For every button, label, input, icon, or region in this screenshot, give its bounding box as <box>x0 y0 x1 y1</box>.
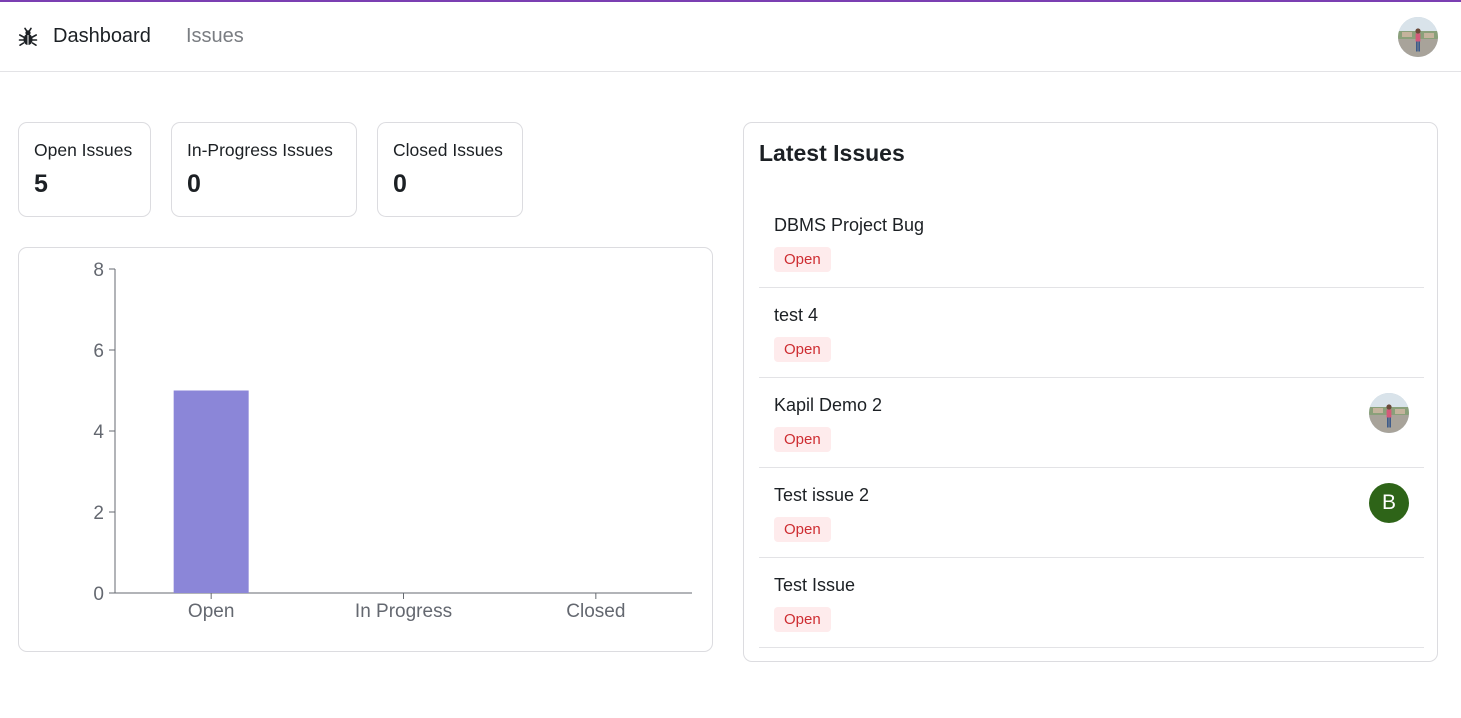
issue-title-link[interactable]: DBMS Project Bug <box>774 215 924 236</box>
assignee-avatar <box>1369 393 1409 433</box>
status-badge: Open <box>774 517 831 542</box>
latest-issues-card: Latest Issues DBMS Project Bug Open test… <box>743 122 1438 662</box>
assignee-avatar-photo <box>1369 393 1409 433</box>
closed-issues-count: 0 <box>393 170 407 198</box>
x-tick-label: In Progress <box>355 601 452 622</box>
y-tick-label: 0 <box>93 584 104 605</box>
y-tick-label: 8 <box>93 260 104 281</box>
assignee-avatar-initial: B <box>1369 483 1409 523</box>
bug-icon[interactable] <box>18 27 38 47</box>
issue-row: DBMS Project Bug Open <box>759 198 1424 288</box>
y-tick-label: 4 <box>93 422 104 443</box>
user-avatar-photo <box>1398 17 1438 57</box>
latest-issues-title: Latest Issues <box>759 140 905 166</box>
open-issues-card: Open Issues 5 <box>18 122 151 217</box>
open-issues-count: 5 <box>34 170 48 198</box>
in-progress-issues-count: 0 <box>187 170 201 198</box>
y-tick-label: 6 <box>93 341 104 362</box>
issue-title-link[interactable]: Test issue 2 <box>774 485 869 506</box>
closed-issues-label[interactable]: Closed Issues <box>393 140 503 161</box>
bar-chart: 0 2 4 6 8 Open In Progress Closed <box>93 260 692 622</box>
issue-row: Test issue 2 Open B <box>759 468 1424 558</box>
issue-title-link[interactable]: test 4 <box>774 305 818 326</box>
status-badge: Open <box>774 337 831 362</box>
bar <box>173 390 249 593</box>
in-progress-issues-label[interactable]: In-Progress Issues <box>187 140 333 161</box>
closed-issues-card: Closed Issues 0 <box>377 122 523 217</box>
nav-link-issues[interactable]: Issues <box>186 25 244 48</box>
issue-title-link[interactable]: Test Issue <box>774 575 855 596</box>
top-navbar: Dashboard Issues <box>0 2 1461 72</box>
user-avatar[interactable] <box>1398 17 1438 57</box>
y-tick-label: 2 <box>93 503 104 524</box>
issue-row: Kapil Demo 2 Open <box>759 378 1424 468</box>
nav-link-dashboard[interactable]: Dashboard <box>53 25 151 48</box>
status-badge: Open <box>774 427 831 452</box>
status-badge: Open <box>774 607 831 632</box>
status-badge: Open <box>774 247 831 272</box>
open-issues-label[interactable]: Open Issues <box>34 140 132 161</box>
issue-row: test 4 Open <box>759 288 1424 378</box>
issue-status-chart: 0 2 4 6 8 Open In Progress Closed <box>18 247 713 652</box>
issue-title-link[interactable]: Kapil Demo 2 <box>774 395 882 416</box>
x-tick-label: Closed <box>566 601 625 622</box>
x-tick-label: Open <box>188 601 234 622</box>
issue-row: Test Issue Open <box>759 558 1424 648</box>
in-progress-issues-card: In-Progress Issues 0 <box>171 122 357 217</box>
